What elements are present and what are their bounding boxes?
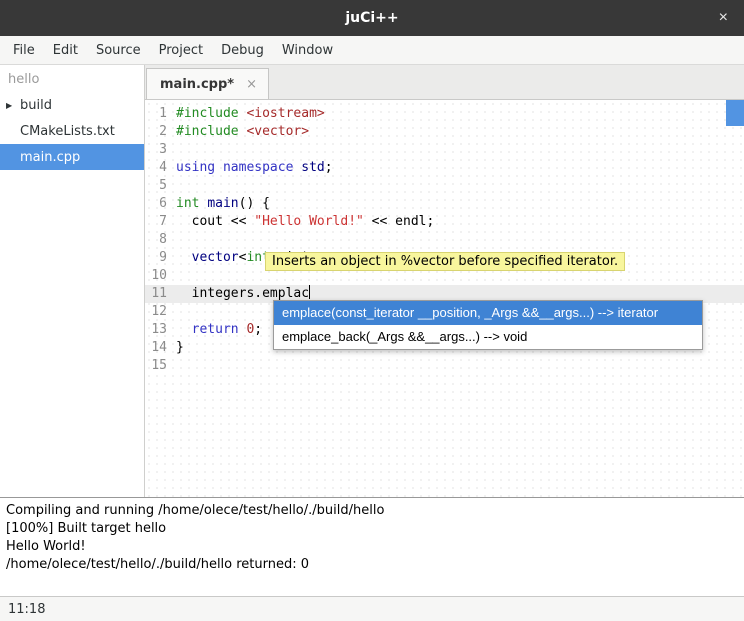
statusbar: 11:18 — [0, 596, 744, 621]
line-number: 2 — [145, 123, 176, 141]
text-caret — [309, 285, 310, 299]
main-content: hello ▶ build CMakeLists.txt main.cpp ma… — [0, 65, 744, 497]
line-number: 12 — [145, 303, 176, 321]
tree-item-build[interactable]: ▶ build — [0, 92, 144, 118]
cursor-position: 11:18 — [8, 602, 45, 617]
file-tree-panel: hello ▶ build CMakeLists.txt main.cpp — [0, 65, 145, 497]
line-number: 4 — [145, 159, 176, 177]
code-line[interactable]: 7 cout << "Hello World!" << endl; — [145, 213, 744, 231]
tree-item-label: main.cpp — [20, 150, 80, 165]
editor-pane: main.cpp* × 1#include <iostream>2#includ… — [145, 65, 744, 497]
close-icon[interactable]: × — [719, 10, 728, 26]
code-line[interactable]: 3 — [145, 141, 744, 159]
line-number: 13 — [145, 321, 176, 339]
titlebar: juCi++ × — [0, 0, 744, 36]
tab-close-icon[interactable]: × — [246, 77, 257, 92]
app-window: juCi++ × File Edit Source Project Debug … — [0, 0, 744, 621]
code-line[interactable]: 5 — [145, 177, 744, 195]
code-line[interactable]: 4using namespace std; — [145, 159, 744, 177]
code-text: #include <vector> — [176, 123, 309, 141]
code-text: int main() { — [176, 195, 270, 213]
window-title: juCi++ — [345, 10, 398, 26]
line-number: 9 — [145, 249, 176, 267]
line-number: 6 — [145, 195, 176, 213]
code-text: cout << "Hello World!" << endl; — [176, 213, 434, 231]
line-number: 14 — [145, 339, 176, 357]
menu-item-project[interactable]: Project — [150, 38, 212, 63]
line-number: 7 — [145, 213, 176, 231]
terminal-line: Hello World! — [6, 538, 738, 556]
code-line[interactable]: 2#include <vector> — [145, 123, 744, 141]
completion-item-emplace[interactable]: emplace(const_iterator __position, _Args… — [274, 301, 702, 325]
tabbar: main.cpp* × — [145, 65, 744, 100]
line-number: 5 — [145, 177, 176, 195]
tree-item-label: build — [20, 98, 52, 113]
line-number: 8 — [145, 231, 176, 249]
tree-item-maincpp[interactable]: main.cpp — [0, 144, 144, 170]
code-text: using namespace std; — [176, 159, 333, 177]
terminal-line: /home/olece/test/hello/./build/hello ret… — [6, 556, 738, 574]
menubar: File Edit Source Project Debug Window — [0, 36, 744, 65]
terminal-line: Compiling and running /home/olece/test/h… — [6, 502, 738, 520]
tree-item-cmakelists[interactable]: CMakeLists.txt — [0, 118, 144, 144]
line-number: 10 — [145, 267, 176, 285]
terminal-line: [100%] Built target hello — [6, 520, 738, 538]
menu-item-window[interactable]: Window — [273, 38, 342, 63]
menu-item-file[interactable]: File — [4, 38, 44, 63]
line-number: 15 — [145, 357, 176, 375]
line-number: 1 — [145, 105, 176, 123]
completion-popup: emplace(const_iterator __position, _Args… — [273, 300, 703, 350]
code-text: return 0; — [176, 321, 262, 339]
code-line[interactable]: 6int main() { — [145, 195, 744, 213]
code-line[interactable]: 15 — [145, 357, 744, 375]
tab-label: main.cpp* — [160, 77, 234, 92]
expander-icon[interactable]: ▶ — [6, 101, 20, 110]
completion-item-emplace-back[interactable]: emplace_back(_Args &&__args...) --> void — [274, 325, 702, 349]
doc-tooltip: Inserts an object in %vector before spec… — [265, 252, 625, 271]
menu-item-edit[interactable]: Edit — [44, 38, 87, 63]
line-number: 11 — [145, 285, 176, 303]
scrollbar-thumb[interactable] — [726, 100, 744, 126]
code-line[interactable]: 8 — [145, 231, 744, 249]
code-text: #include <iostream> — [176, 105, 325, 123]
code-text: } — [176, 339, 184, 357]
code-line[interactable]: 1#include <iostream> — [145, 105, 744, 123]
menu-item-source[interactable]: Source — [87, 38, 150, 63]
tab-maincpp[interactable]: main.cpp* × — [146, 68, 269, 99]
tree-item-label: CMakeLists.txt — [20, 124, 115, 139]
terminal-output: Compiling and running /home/olece/test/h… — [0, 497, 744, 596]
menu-item-debug[interactable]: Debug — [212, 38, 273, 63]
line-number: 3 — [145, 141, 176, 159]
code-editor[interactable]: 1#include <iostream>2#include <vector>34… — [145, 100, 744, 497]
project-name: hello — [0, 65, 144, 92]
